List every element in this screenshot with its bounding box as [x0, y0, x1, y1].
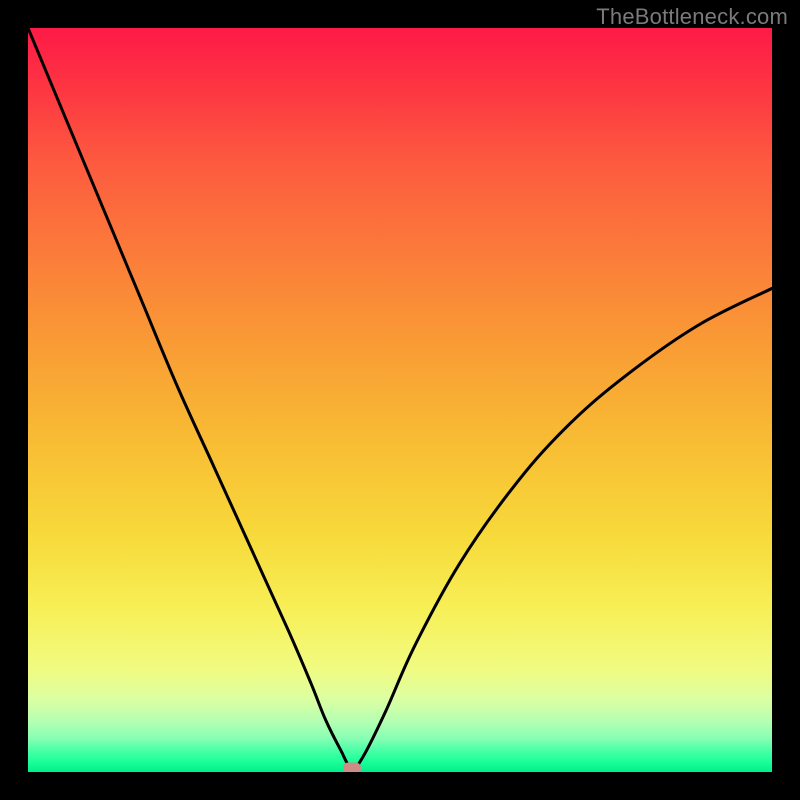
minimum-marker: [343, 763, 361, 772]
watermark-text: TheBottleneck.com: [596, 4, 788, 30]
chart-curve-svg: [28, 28, 772, 772]
bottleneck-curve: [28, 28, 772, 769]
plot-area: [28, 28, 772, 772]
